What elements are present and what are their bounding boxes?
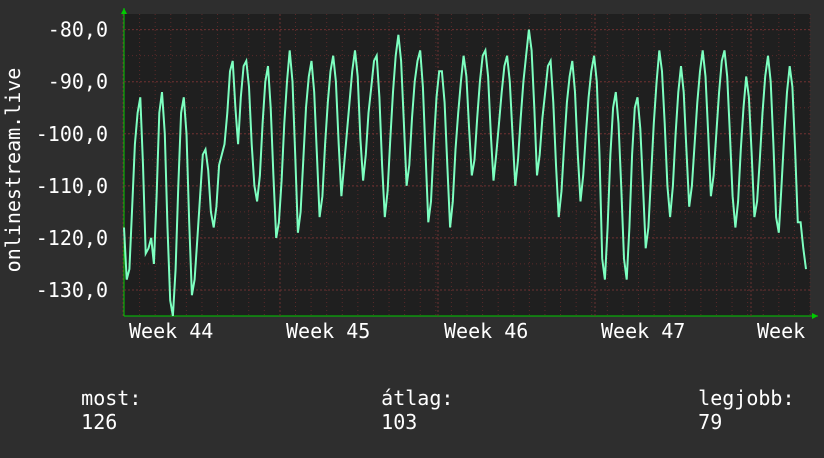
y-tick-label: -100,0 (36, 122, 108, 146)
stat-best: legjobb: 79 (650, 362, 795, 458)
y-tick-label: -110,0 (36, 174, 108, 198)
stat-current: most: 126 (33, 362, 141, 458)
line-chart: -80,0 -90,0 -100,0 -110,0 -120,0 -130,0 Week … (1, 8, 818, 343)
y-axis-label: onlinestream.live (1, 68, 25, 273)
stat-average-value: 103 (381, 410, 418, 434)
x-tick-label: Week 46 (444, 319, 528, 343)
stat-current-label: most: (81, 386, 142, 410)
stat-average-label: átlag: (381, 386, 454, 410)
stat-best-value: 79 (698, 410, 723, 434)
chart-container: -80,0 -90,0 -100,0 -110,0 -120,0 -130,0 Week … (0, 0, 824, 434)
y-tick-label: -90,0 (48, 70, 108, 94)
x-tick-label: Week 45 (286, 319, 370, 343)
stat-average: átlag: 103 (333, 362, 453, 458)
stat-current-value: 126 (81, 410, 118, 434)
stat-best-label: legjobb: (698, 386, 795, 410)
y-tick-label: -120,0 (36, 226, 108, 250)
y-axis-arrow-icon (121, 8, 127, 14)
x-tick-label: Week 44 (129, 319, 213, 343)
x-tick-label: Week (757, 319, 805, 343)
y-tick-label: -130,0 (36, 278, 108, 302)
x-axis-arrow-icon (812, 313, 818, 319)
y-tick-label: -80,0 (48, 18, 108, 42)
x-tick-label: Week 47 (601, 319, 685, 343)
